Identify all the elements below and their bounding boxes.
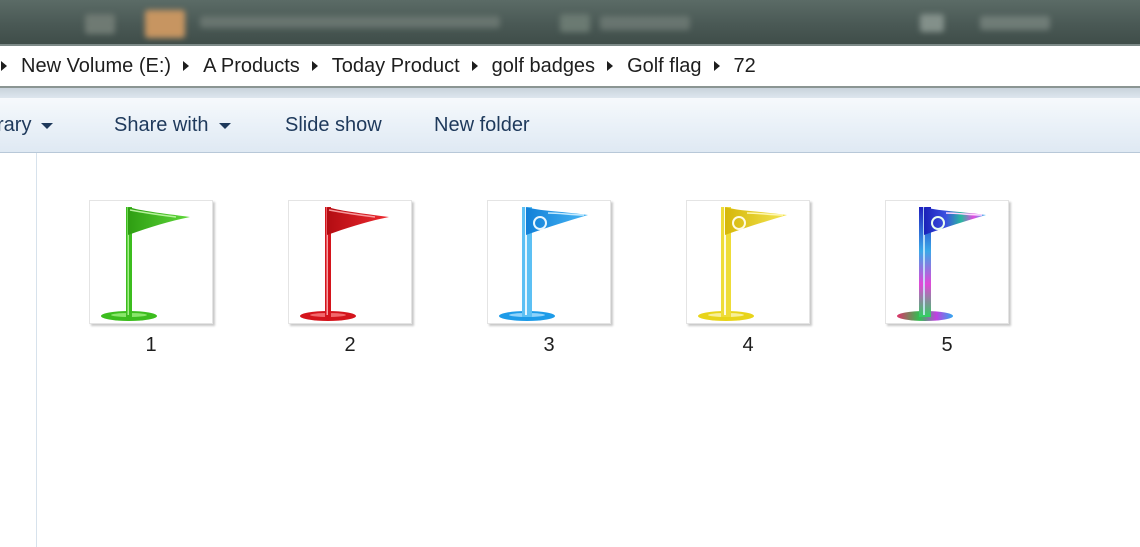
- title-bar: [0, 0, 1140, 44]
- navigation-pane[interactable]: [0, 153, 37, 547]
- file-item[interactable]: 3: [484, 200, 614, 357]
- file-item[interactable]: 4: [683, 200, 813, 357]
- file-name: 5: [941, 334, 953, 356]
- breadcrumb-separator-icon[interactable]: [1, 61, 7, 71]
- breadcrumb-current-folder[interactable]: 72: [734, 55, 756, 78]
- file-name: 1: [145, 334, 157, 356]
- include-in-library-label: rary: [0, 113, 32, 136]
- golf-flag-yellow-icon[interactable]: [686, 200, 810, 324]
- breadcrumb-new-volume[interactable]: New Volume (E:): [21, 55, 171, 78]
- breadcrumb-separator-icon[interactable]: [713, 61, 720, 71]
- breadcrumb-separator-icon[interactable]: [311, 61, 318, 71]
- include-in-library-button[interactable]: rary: [0, 98, 54, 152]
- breadcrumb-separator-icon[interactable]: [471, 61, 478, 71]
- golf-flag-multicolor-icon[interactable]: [885, 200, 1009, 324]
- file-name: 4: [742, 334, 754, 356]
- share-with-button[interactable]: Share with: [114, 98, 231, 152]
- file-name: 2: [344, 334, 356, 356]
- new-folder-label: New folder: [434, 113, 530, 136]
- toolbar-divider: [0, 88, 1140, 98]
- golf-flag-green-icon[interactable]: [89, 200, 213, 324]
- breadcrumb-a-products[interactable]: A Products: [203, 55, 300, 78]
- slide-show-label: Slide show: [285, 113, 382, 136]
- file-item[interactable]: 2: [285, 200, 415, 357]
- breadcrumb-golf-badges[interactable]: golf badges: [492, 55, 595, 78]
- file-item[interactable]: 5: [882, 200, 1012, 357]
- file-list[interactable]: 1 2 3 4 5: [37, 153, 1140, 547]
- chevron-down-icon: [41, 123, 54, 129]
- breadcrumb-golf-flag[interactable]: Golf flag: [627, 55, 701, 78]
- breadcrumb-today-product[interactable]: Today Product: [332, 55, 460, 78]
- breadcrumb[interactable]: New Volume (E:) A Products Today Product…: [0, 44, 1140, 88]
- breadcrumb-separator-icon[interactable]: [183, 61, 190, 71]
- slide-show-button[interactable]: Slide show: [285, 98, 382, 152]
- file-name: 3: [543, 334, 555, 356]
- new-folder-button[interactable]: New folder: [434, 98, 530, 152]
- command-toolbar: rary Share with Slide show New folder: [0, 98, 1140, 153]
- share-with-label: Share with: [114, 113, 209, 136]
- golf-flag-blue-icon[interactable]: [487, 200, 611, 324]
- explorer-window: New Volume (E:) A Products Today Product…: [0, 0, 1140, 547]
- chevron-down-icon: [218, 123, 231, 129]
- golf-flag-red-icon[interactable]: [288, 200, 412, 324]
- file-item[interactable]: 1: [86, 200, 216, 357]
- breadcrumb-separator-icon[interactable]: [607, 61, 614, 71]
